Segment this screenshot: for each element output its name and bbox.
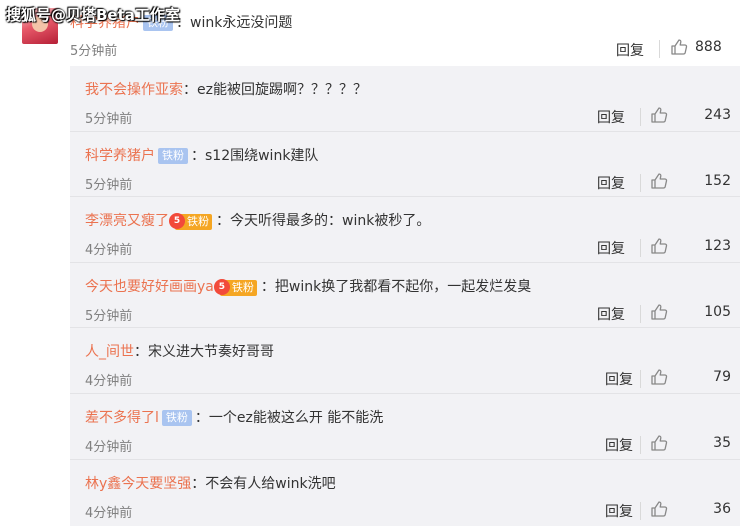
like-count: 152 bbox=[704, 172, 731, 189]
reply-button[interactable]: 回复 bbox=[605, 435, 633, 455]
like-button[interactable]: 35 bbox=[650, 434, 735, 452]
timestamp: 5分钟前 bbox=[85, 308, 133, 324]
divider bbox=[659, 40, 660, 58]
timestamp: 5分钟前 bbox=[85, 112, 133, 127]
reply-button[interactable]: 回复 bbox=[597, 107, 625, 127]
reply-list: 我不会操作亚索：ez能被回旋踢啊？？？？？ 5分钟前 回复 243 科学养猪户 铁粉 ：s1… bbox=[70, 66, 740, 526]
reply-text: ：不会有人给wink洗吧 bbox=[191, 475, 336, 492]
like-button[interactable]: 123 bbox=[650, 237, 735, 255]
reply-button[interactable]: 回复 bbox=[597, 304, 625, 324]
fan-badge: 5 铁粉 bbox=[169, 213, 212, 231]
reply-button[interactable]: 回复 bbox=[597, 238, 625, 258]
timestamp: 5分钟前 bbox=[85, 177, 133, 193]
like-button[interactable]: 36 bbox=[650, 500, 735, 518]
divider bbox=[640, 239, 641, 258]
thumbs-up-icon bbox=[651, 435, 668, 451]
like-count: 36 bbox=[713, 500, 731, 517]
timestamp: 4分钟前 bbox=[85, 505, 133, 521]
reply-item: 我不会操作亚索：ez能被回旋踢啊？？？？？ 5分钟前 回复 243 bbox=[70, 66, 740, 132]
username-link[interactable]: 林y鑫今天要坚强 bbox=[85, 476, 191, 492]
thumbs-up-icon bbox=[651, 369, 668, 386]
like-button[interactable]: 888 bbox=[670, 38, 722, 56]
like-button[interactable]: 105 bbox=[650, 303, 735, 321]
thumbs-up-icon bbox=[651, 107, 668, 123]
divider bbox=[640, 501, 641, 520]
reply-text: ：宋义进大节奏好哥哥 bbox=[134, 344, 274, 361]
username-link[interactable]: 人_间世 bbox=[85, 344, 134, 360]
reply-button[interactable]: 回复 bbox=[616, 40, 644, 60]
reply-line: 今天也要好好画画ya 5 铁粉 ：把wink换了我都看不起你，一起发烂发臭 bbox=[85, 276, 531, 296]
divider bbox=[640, 173, 641, 192]
thumbs-up-icon bbox=[651, 172, 668, 189]
reply-line: 差不多得了l 铁粉 ：一个ez能被这么开 能不能洗 bbox=[85, 407, 383, 427]
reply-text: ：把wink换了我都看不起你，一起发烂发臭 bbox=[260, 278, 532, 295]
divider bbox=[640, 108, 641, 126]
username-link[interactable]: 差不多得了l bbox=[85, 410, 159, 426]
divider bbox=[640, 435, 641, 454]
reply-text: ：s12围绕wink建队 bbox=[191, 147, 319, 164]
reply-button[interactable]: 回复 bbox=[605, 501, 633, 521]
like-count: 243 bbox=[704, 107, 731, 123]
username-link[interactable]: 科学养猪户 bbox=[85, 148, 155, 164]
username-link[interactable]: 我不会操作亚索 bbox=[85, 82, 183, 98]
fan-badge: 铁粉 bbox=[158, 147, 188, 164]
timestamp: 4分钟前 bbox=[85, 439, 133, 455]
like-count: 888 bbox=[695, 39, 722, 55]
timestamp: 5分钟前 bbox=[70, 44, 118, 59]
reply-line: 我不会操作亚索：ez能被回旋踢啊？？？？？ bbox=[85, 79, 367, 99]
like-button[interactable]: 79 bbox=[650, 368, 735, 386]
like-count: 35 bbox=[713, 434, 731, 451]
reply-line: 李漂亮又瘦了 5 铁粉 ：今天听得最多的：wink被秒了。 bbox=[85, 210, 431, 231]
reply-line: 人_间世：宋义进大节奏好哥哥 bbox=[85, 341, 274, 361]
watermark: 搜狐号@贝塔Beta工作室 bbox=[6, 6, 180, 24]
timestamp: 4分钟前 bbox=[85, 374, 133, 390]
reply-button[interactable]: 回复 bbox=[605, 369, 633, 389]
reply-line: 林y鑫今天要坚强：不会有人给wink洗吧 bbox=[85, 473, 336, 493]
like-button[interactable]: 152 bbox=[650, 172, 735, 190]
reply-item: 林y鑫今天要坚强：不会有人给wink洗吧 4分钟前 回复 36 bbox=[70, 460, 740, 526]
username-link[interactable]: 今天也要好好画画ya bbox=[85, 279, 214, 295]
reply-item: 今天也要好好画画ya 5 铁粉 ：把wink换了我都看不起你，一起发烂发臭 5分钟前 回复… bbox=[70, 263, 740, 329]
thumbs-up-icon bbox=[651, 238, 668, 254]
reply-item: 李漂亮又瘦了 5 铁粉 ：今天听得最多的：wink被秒了。 4分钟前 回复 123 bbox=[70, 197, 740, 263]
like-count: 105 bbox=[704, 303, 731, 320]
reply-text: ：ez能被回旋踢啊？？？？？ bbox=[183, 82, 367, 98]
reply-button[interactable]: 回复 bbox=[597, 173, 625, 193]
timestamp: 4分钟前 bbox=[85, 243, 133, 259]
reply-item: 人_间世：宋义进大节奏好哥哥 4分钟前 回复 79 bbox=[70, 328, 740, 394]
reply-item: 科学养猪户 铁粉 ：s12围绕wink建队 5分钟前 回复 152 bbox=[70, 132, 740, 198]
reply-text: ：今天听得最多的：wink被秒了。 bbox=[216, 213, 431, 230]
thumbs-up-icon bbox=[651, 500, 668, 517]
thumbs-up-icon bbox=[671, 39, 688, 55]
divider bbox=[640, 370, 641, 389]
heart-icon: 5 bbox=[213, 278, 230, 295]
like-button[interactable]: 243 bbox=[650, 106, 735, 124]
divider bbox=[640, 304, 641, 323]
fan-badge: 5 铁粉 bbox=[213, 278, 257, 296]
fan-badge: 铁粉 bbox=[161, 409, 192, 426]
reply-line: 科学养猪户 铁粉 ：s12围绕wink建队 bbox=[85, 145, 318, 165]
like-count: 79 bbox=[713, 369, 731, 386]
reply-item: 差不多得了l 铁粉 ：一个ez能被这么开 能不能洗 4分钟前 回复 35 bbox=[70, 394, 740, 460]
reply-text: ：一个ez能被这么开 能不能洗 bbox=[194, 409, 384, 426]
username-link[interactable]: 李漂亮又瘦了 bbox=[85, 213, 169, 229]
thumbs-up-icon bbox=[651, 304, 668, 320]
comment-text: ：wink永远没问题 bbox=[176, 15, 293, 31]
like-count: 123 bbox=[704, 238, 731, 255]
